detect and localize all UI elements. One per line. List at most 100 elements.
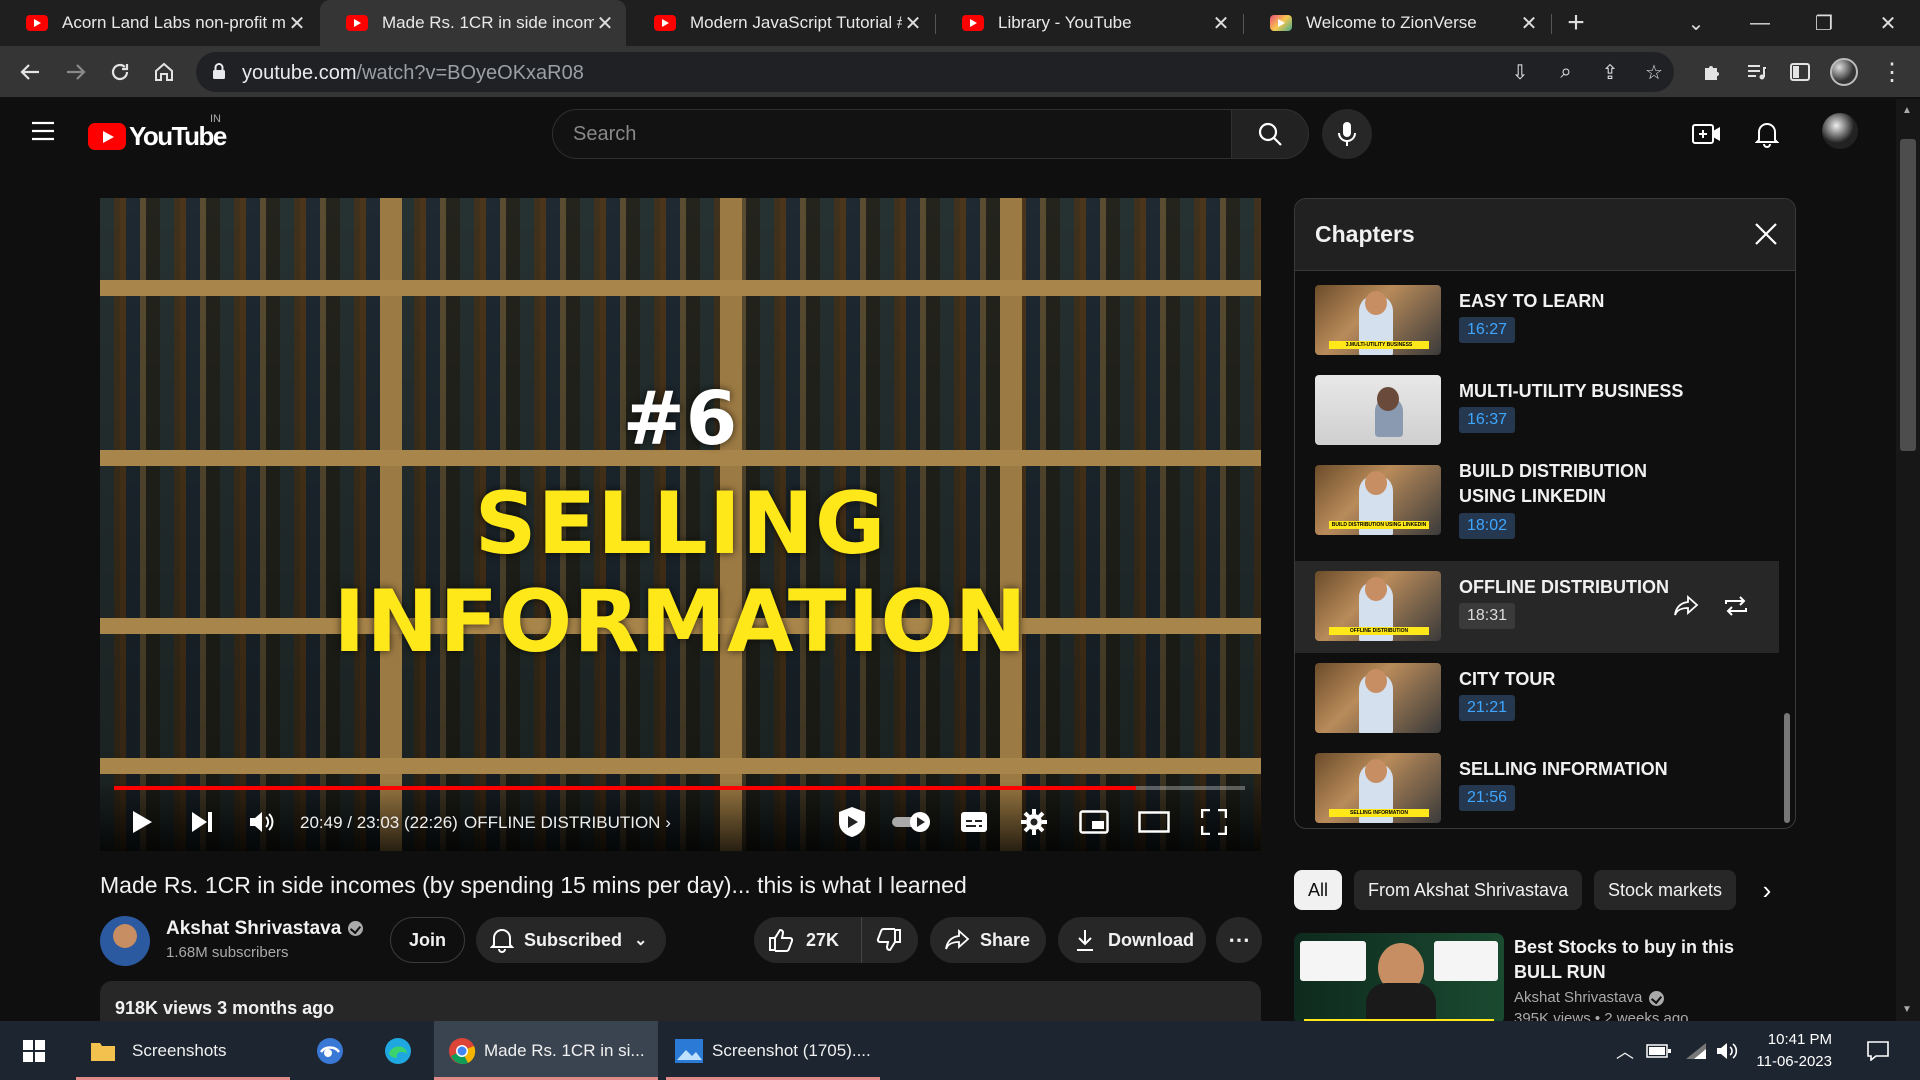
theater-mode-button[interactable]	[1136, 804, 1172, 840]
progress-bar[interactable]	[114, 786, 1245, 790]
install-app-icon[interactable]: ⇩	[1506, 58, 1534, 86]
speaker-icon[interactable]	[1712, 1021, 1742, 1080]
like-button[interactable]: 27K	[754, 917, 862, 963]
channel-name[interactable]: Akshat Shrivastava	[166, 918, 364, 940]
notifications-bell-icon[interactable]	[1750, 117, 1784, 151]
chip-stock-markets[interactable]: Stock markets	[1594, 870, 1737, 910]
taskbar-file-explorer[interactable]: Screenshots	[76, 1021, 290, 1080]
chapter-item[interactable]: CITY TOUR 21:21	[1295, 653, 1779, 745]
youtube-logo[interactable]: YouTube IN	[88, 113, 227, 152]
browser-tab[interactable]: Library - YouTube ✕	[936, 0, 1242, 46]
chapter-timestamp[interactable]: 18:02	[1459, 513, 1516, 539]
voice-search-button[interactable]	[1322, 109, 1372, 159]
profile-avatar[interactable]	[1828, 56, 1860, 88]
chapter-timestamp[interactable]: 16:37	[1459, 407, 1516, 433]
chapter-item-active[interactable]: OFFLINE DISTRIBUTION OFFLINE DISTRIBUTIO…	[1295, 561, 1779, 653]
recommendation-thumbnail[interactable]	[1294, 933, 1504, 1025]
minimize-button[interactable]: —	[1730, 0, 1790, 46]
window-close-button[interactable]: ✕	[1858, 0, 1918, 46]
page-scrollbar-thumb[interactable]	[1900, 139, 1916, 451]
repeat-icon[interactable]	[1719, 589, 1753, 623]
chapter-item[interactable]: MULTI-UTILITY BUSINESS 16:37	[1295, 365, 1779, 457]
subscribed-button[interactable]: Subscribed ⌄	[476, 917, 666, 963]
wifi-icon[interactable]	[1680, 1021, 1712, 1080]
chapter-timestamp[interactable]: 21:21	[1459, 695, 1516, 721]
skip-next-icon	[192, 812, 212, 832]
edge-browser-icon[interactable]	[376, 1021, 420, 1080]
browser-tab[interactable]: Welcome to ZionVerse ✕	[1244, 0, 1550, 46]
dislike-button[interactable]	[862, 917, 916, 963]
account-avatar[interactable]	[1822, 113, 1858, 149]
restore-button[interactable]: ❐	[1794, 0, 1854, 46]
browser-tab[interactable]: Modern JavaScript Tutorial #1 ✕	[628, 0, 934, 46]
chapters-scrollbar[interactable]	[1784, 713, 1790, 823]
current-chapter-button[interactable]: OFFLINE DISTRIBUTION ›	[464, 813, 671, 833]
chip-all[interactable]: All	[1294, 870, 1343, 910]
chapter-item[interactable]: BUILD DISTRIBUTION USING LINKEDIN BUILD …	[1295, 455, 1779, 559]
address-bar[interactable]: youtube.com/watch?v=BOyeOKxaR08 ⇩ ⌕ ⇪ ☆	[196, 52, 1674, 92]
close-icon[interactable]	[1751, 219, 1781, 249]
close-icon[interactable]: ✕	[286, 11, 308, 36]
fullscreen-button[interactable]	[1196, 804, 1232, 840]
verified-check-icon	[1649, 990, 1665, 1006]
chapter-item[interactable]: 3.MULTI-UTILITY BUSINESS EASY TO LEARN 1…	[1295, 275, 1779, 367]
media-playlist-icon[interactable]	[1740, 56, 1772, 88]
more-actions-button[interactable]: ⋯	[1216, 917, 1262, 963]
outlook-icon[interactable]	[308, 1021, 352, 1080]
chapter-timestamp[interactable]: 18:31	[1459, 603, 1516, 629]
recommendation-title[interactable]: Best Stocks to buy in this BULL RUN	[1514, 935, 1784, 985]
side-panel-icon[interactable]	[1784, 56, 1816, 88]
new-tab-button[interactable]: +	[1546, 0, 1606, 46]
settings-button[interactable]	[1016, 804, 1052, 840]
browser-tab-active[interactable]: Made Rs. 1CR in side incomes ✕	[320, 0, 626, 46]
scroll-down-arrow-icon[interactable]: ▼	[1902, 1004, 1912, 1015]
country-code: IN	[210, 113, 221, 125]
bookmark-star-icon[interactable]: ☆	[1640, 58, 1668, 86]
join-button[interactable]: Join	[390, 917, 465, 963]
close-icon[interactable]: ✕	[902, 11, 924, 36]
next-button[interactable]	[184, 804, 220, 840]
hamburger-menu-icon[interactable]	[30, 119, 60, 149]
close-icon[interactable]: ✕	[1210, 11, 1232, 36]
chapter-timestamp[interactable]: 21:56	[1459, 785, 1516, 811]
video-player[interactable]: #6 SELLING INFORMATION 20:49 / 23:03 (22…	[100, 198, 1261, 851]
sponsorblock-shield-icon[interactable]	[834, 804, 870, 840]
system-clock[interactable]: 10:41 PM 11-06-2023	[1742, 1029, 1832, 1073]
create-video-icon[interactable]	[1690, 117, 1724, 151]
taskbar-chrome[interactable]: Made Rs. 1CR in si...	[434, 1021, 658, 1080]
subtitles-button[interactable]	[956, 804, 992, 840]
chip-from-channel[interactable]: From Akshat Shrivastava	[1354, 870, 1583, 910]
scroll-up-arrow-icon[interactable]: ▲	[1902, 105, 1912, 116]
share-icon[interactable]	[1669, 589, 1703, 623]
share-icon[interactable]: ⇪	[1596, 58, 1624, 86]
volume-button[interactable]	[244, 804, 280, 840]
chevron-up-icon[interactable]: ︿	[1612, 1021, 1638, 1080]
miniplayer-button[interactable]	[1076, 804, 1112, 840]
chapter-item[interactable]: SELLING INFORMATION SELLING INFORMATION …	[1295, 743, 1779, 828]
play-button[interactable]	[124, 804, 160, 840]
forward-arrow-icon[interactable]	[60, 56, 92, 88]
reload-icon[interactable]	[104, 56, 136, 88]
battery-icon[interactable]	[1642, 1021, 1676, 1080]
browser-menu-icon[interactable]: ⋮	[1876, 56, 1908, 88]
home-icon[interactable]	[148, 56, 180, 88]
chapter-timestamp[interactable]: 16:27	[1459, 317, 1516, 343]
browser-tab[interactable]: Acorn Land Labs non-profit m ✕	[0, 0, 318, 46]
share-button[interactable]: Share	[930, 917, 1046, 963]
zoom-icon[interactable]: ⌕	[1552, 58, 1580, 86]
tab-search-chevron-icon[interactable]: ⌄	[1666, 0, 1726, 46]
download-button[interactable]: Download	[1058, 917, 1206, 963]
autoplay-toggle[interactable]	[890, 804, 934, 840]
back-arrow-icon[interactable]	[14, 56, 46, 88]
page-scrollbar[interactable]: ▲ ▼	[1896, 99, 1920, 1021]
close-icon[interactable]: ✕	[594, 11, 616, 36]
taskbar-photos[interactable]: Screenshot (1705)....	[666, 1021, 880, 1080]
search-input[interactable]: Search	[552, 109, 1232, 159]
channel-avatar[interactable]	[100, 916, 150, 966]
windows-start-icon[interactable]	[14, 1021, 54, 1080]
search-button[interactable]	[1231, 109, 1309, 159]
extensions-puzzle-icon[interactable]	[1696, 56, 1728, 88]
close-icon[interactable]: ✕	[1518, 11, 1540, 36]
chevron-right-icon[interactable]: ›	[1752, 870, 1782, 910]
notification-center-icon[interactable]	[1858, 1021, 1898, 1080]
